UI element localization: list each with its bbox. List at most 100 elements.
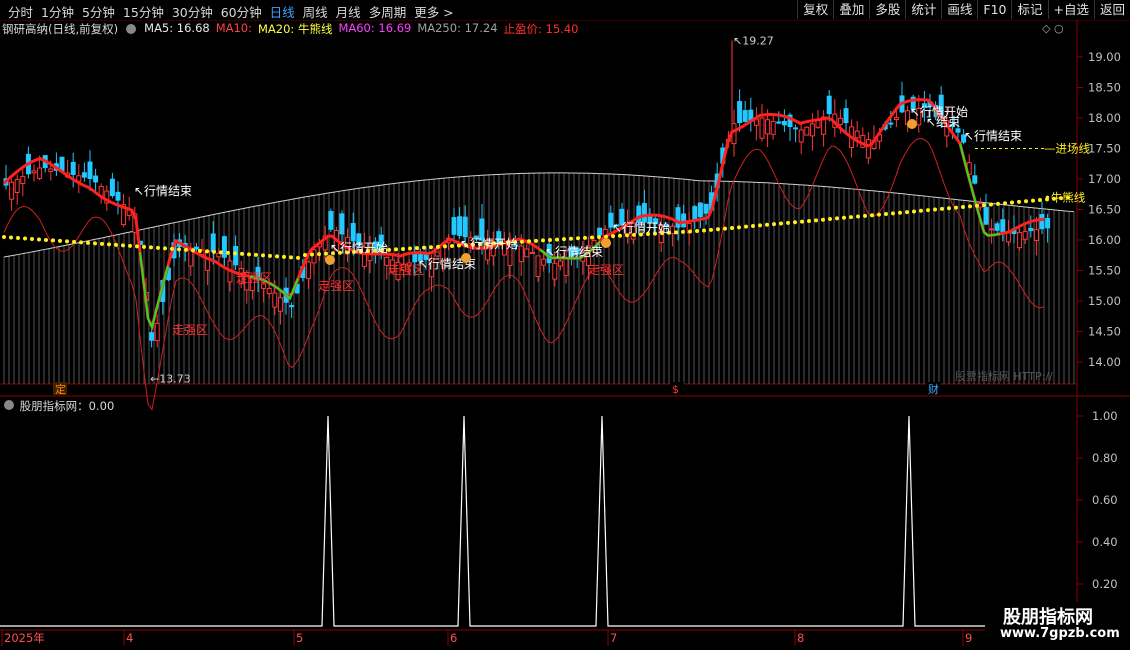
marker-0: 定 xyxy=(55,382,66,396)
candle-body xyxy=(14,178,20,193)
candle-body xyxy=(759,117,765,139)
ma20-dot xyxy=(849,215,853,220)
ma20-dot xyxy=(793,220,797,225)
ma20-dot xyxy=(534,238,538,243)
candle-body xyxy=(434,251,440,257)
strong-zone-label-1: 走强区 xyxy=(236,271,272,285)
sub-y-label-1: 0.80 xyxy=(1092,451,1118,465)
candle-body xyxy=(289,305,295,308)
ma20-dot xyxy=(93,241,97,246)
ma20-dot xyxy=(156,245,160,250)
ma20-dot xyxy=(716,227,720,232)
strong-zone-label-2: 走强区 xyxy=(318,279,354,293)
ma20-dot xyxy=(744,224,748,229)
ma20-dot xyxy=(555,237,559,242)
annotation-7: ↖结束 xyxy=(926,115,960,129)
ma20-dot xyxy=(1038,198,1042,203)
candle-body xyxy=(552,262,558,280)
ma20-dot xyxy=(86,240,90,245)
candle-body xyxy=(193,246,199,250)
annotation-3: ↖行情开始 xyxy=(460,237,518,251)
ma20-dot xyxy=(758,223,762,228)
candle-body xyxy=(563,258,569,276)
ma20-dot xyxy=(807,218,811,223)
candle-body xyxy=(1017,232,1023,249)
candle-body xyxy=(350,222,356,242)
ma20-dot xyxy=(877,212,881,217)
candle-body xyxy=(266,288,272,295)
ma20-dot xyxy=(919,208,923,213)
sub-y-label-3: 0.40 xyxy=(1092,535,1118,549)
candle-body xyxy=(149,332,155,341)
candle-body xyxy=(804,126,810,136)
ma20-dot xyxy=(436,244,440,249)
candle-body xyxy=(1005,232,1011,243)
candle-body xyxy=(1033,229,1039,241)
candle-body xyxy=(798,129,804,143)
candle-body xyxy=(826,95,832,115)
candle-body xyxy=(703,203,709,214)
ma20-dot xyxy=(814,218,818,223)
ma20-dot xyxy=(751,224,755,229)
ma20-dot xyxy=(142,244,146,249)
candle-body xyxy=(48,168,54,172)
candle-body xyxy=(854,130,860,139)
ma20-dot xyxy=(597,235,601,240)
ma20-dot xyxy=(226,250,230,255)
ma20-dot xyxy=(44,237,48,242)
x-label-2: 5 xyxy=(296,631,303,645)
candle-body xyxy=(451,217,457,235)
candle-body xyxy=(272,292,278,308)
candle-body xyxy=(535,255,541,277)
ma20-dot xyxy=(212,249,216,254)
ma20-dot xyxy=(128,243,132,248)
ma20-dot xyxy=(233,251,237,256)
y-label-9: 14.50 xyxy=(1088,325,1121,339)
ma20-dot xyxy=(898,210,902,215)
ma20-dot xyxy=(422,245,426,250)
low-label: ←13.73 xyxy=(150,372,191,385)
candle-body xyxy=(742,110,748,122)
candle-body xyxy=(837,117,843,125)
candle-body xyxy=(977,203,983,208)
candle-body xyxy=(770,120,776,135)
candle-body xyxy=(210,233,216,253)
candle-body xyxy=(781,120,787,126)
candle-body xyxy=(339,213,345,235)
ma20-dot xyxy=(548,238,552,242)
candle-body xyxy=(81,172,87,178)
ma20-dot xyxy=(723,226,727,231)
ma20-dot xyxy=(1010,200,1014,205)
high-label: ↖19.27 xyxy=(733,35,774,48)
hand-marker-2 xyxy=(601,238,611,248)
hand-marker-1 xyxy=(461,253,471,263)
ma20-dot xyxy=(982,203,986,208)
ma20-dot xyxy=(450,243,454,248)
ma20-dot xyxy=(891,211,895,216)
annotation-8: ↖行情结束 xyxy=(964,129,1022,143)
candle-body xyxy=(115,191,121,201)
ma20-dot xyxy=(205,249,209,254)
candle-body xyxy=(809,123,815,137)
candle-body xyxy=(233,246,239,266)
ma20-dot xyxy=(2,234,6,239)
ma20-dot xyxy=(1031,198,1035,203)
sub-indicator-label: 股朋指标网：0.00 xyxy=(19,399,115,413)
ma20-dot xyxy=(9,235,13,240)
ma20-dot xyxy=(135,244,139,249)
ma20-dot xyxy=(30,236,34,241)
candle-body xyxy=(221,236,227,258)
ma20-dot xyxy=(282,254,286,259)
ma20-dot xyxy=(765,222,769,227)
candle-body xyxy=(994,223,1000,231)
strong-zone-label-3: 走强区 xyxy=(388,263,424,277)
ma20-dot xyxy=(275,254,279,259)
y-label-4: 17.00 xyxy=(1088,172,1121,186)
x-label-5: 8 xyxy=(797,631,804,645)
ma20-dot xyxy=(191,248,195,253)
sub-indicator-title[interactable]: 股朋指标网：0.00 xyxy=(2,398,114,414)
kline-chart[interactable]: 19.00 18.50 18.00 17.50 17.00 16.50 16.00 15.50… xyxy=(0,0,1130,650)
ma20-dot xyxy=(583,235,587,240)
sub-settings-icon[interactable] xyxy=(4,400,14,410)
ma20-dot xyxy=(317,252,321,257)
